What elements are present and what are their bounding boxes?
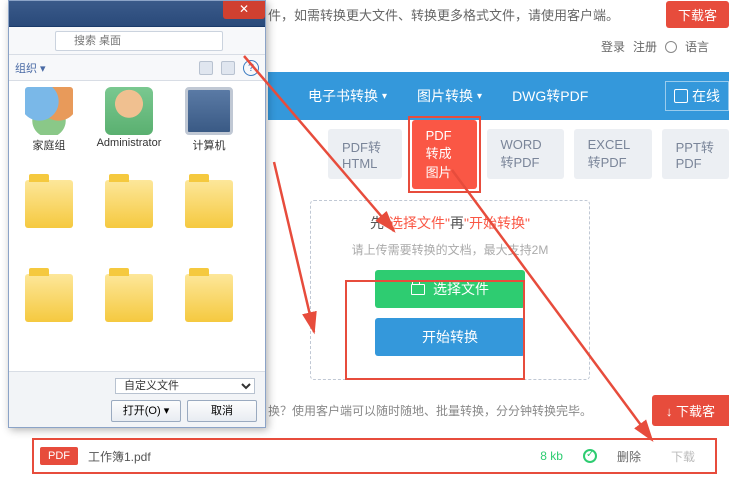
upload-subtitle: 请上传需要转换的文档，最大支持2M — [352, 241, 549, 258]
check-icon — [583, 449, 597, 463]
cancel-button[interactable]: 取消 — [187, 400, 257, 422]
close-button[interactable]: ✕ — [223, 1, 265, 19]
folder-icon — [185, 274, 233, 322]
folder-icon — [185, 180, 233, 228]
file-item[interactable] — [93, 180, 165, 268]
tabs-row: PDF转HTML PDF转成图片 WORD转PDF EXCEL转PDF PPT转… — [268, 132, 729, 176]
register-link[interactable]: 注册 — [633, 38, 657, 55]
nav-ebook[interactable]: 电子书转换▾ — [308, 86, 387, 106]
view-icon-2[interactable] — [221, 61, 235, 75]
folder-icon — [25, 274, 73, 322]
dialog-bottom: 自定义文件 打开(O) ▾ 取消 — [9, 371, 265, 427]
chevron-down-icon: ▾ — [477, 91, 482, 102]
download-client-button-bottom[interactable]: ↓ 下载客 — [652, 395, 729, 426]
nav-image[interactable]: 图片转换▾ — [417, 86, 482, 106]
file-item[interactable] — [173, 274, 245, 362]
organize-link[interactable]: 组织 ▾ — [15, 60, 46, 76]
people-icon — [25, 87, 73, 135]
chevron-down-icon: ▾ — [382, 91, 387, 102]
file-item[interactable]: Administrator — [93, 87, 165, 175]
file-item-label: Administrator — [97, 137, 162, 149]
file-type-badge: PDF — [40, 447, 78, 465]
nav-online[interactable]: 在线 — [665, 81, 729, 111]
view-icon[interactable] — [199, 61, 213, 75]
main-nav: 电子书转换▾ 图片转换▾ DWG转PDF 在线 — [268, 72, 729, 120]
file-item[interactable] — [173, 180, 245, 268]
banner-text: 件，如需转换更大文件、转换更多格式文件，请使用客户端。 — [268, 5, 619, 24]
file-open-dialog: ✕ 组织 ▾ ? 家庭组 Administrator 计算机 自定义文件 打开(O)… — [8, 0, 266, 428]
tab-pdf-html[interactable]: PDF转HTML — [328, 129, 402, 179]
tab-excel-pdf[interactable]: EXCEL转PDF — [574, 129, 652, 179]
doc-icon — [674, 89, 688, 103]
login-bar: 登录 注册 语言 — [601, 38, 709, 55]
file-size: 8 kb — [540, 449, 563, 463]
tab-pdf-image-wrap: PDF转成图片 — [412, 120, 477, 189]
dialog-toolbar2: 组织 ▾ ? — [9, 55, 265, 81]
open-button[interactable]: 打开(O) ▾ — [111, 400, 181, 422]
help-icon[interactable]: ? — [243, 60, 259, 76]
file-item-label: 计算机 — [193, 137, 226, 153]
admin-icon — [105, 87, 153, 135]
dialog-titlebar[interactable]: ✕ — [9, 1, 265, 27]
file-filter-select[interactable]: 自定义文件 — [115, 378, 255, 394]
tab-word-pdf[interactable]: WORD转PDF — [487, 129, 564, 179]
file-item[interactable] — [13, 180, 85, 268]
upload-title: 先"选择文件"再"开始转换" — [370, 213, 530, 233]
file-item[interactable]: 家庭组 — [13, 87, 85, 175]
folder-icon — [105, 274, 153, 322]
computer-icon — [185, 87, 233, 135]
file-item[interactable] — [93, 274, 165, 362]
tab-ppt-pdf[interactable]: PPT转PDF — [662, 129, 729, 179]
annotation-border — [408, 116, 481, 193]
language-link[interactable]: 语言 — [685, 38, 709, 55]
globe-icon — [665, 41, 677, 53]
file-row: PDF 工作簿1.pdf 8 kb 删除 下载 — [34, 440, 715, 472]
folder-icon — [25, 180, 73, 228]
delete-link[interactable]: 删除 — [617, 448, 641, 465]
nav-dwg[interactable]: DWG转PDF — [512, 86, 588, 106]
login-link[interactable]: 登录 — [601, 38, 625, 55]
top-banner: 件，如需转换更大文件、转换更多格式文件，请使用客户端。 下载客 — [268, 0, 729, 28]
bottom-text: 换？使用客户端可以随时随地、批量转换，分分钟转换完毕。 — [268, 402, 592, 419]
download-link[interactable]: 下载 — [671, 448, 695, 465]
annotation-border — [345, 280, 525, 380]
file-name: 工作簿1.pdf — [88, 448, 151, 465]
search-input[interactable] — [55, 31, 223, 51]
file-item[interactable] — [13, 274, 85, 362]
dialog-body[interactable]: 家庭组 Administrator 计算机 — [9, 81, 265, 371]
file-item-label: 家庭组 — [33, 137, 66, 153]
folder-icon — [105, 180, 153, 228]
file-item[interactable]: 计算机 — [173, 87, 245, 175]
download-client-button-top[interactable]: 下载客 — [666, 1, 729, 28]
dialog-toolbar — [9, 27, 265, 55]
search-wrap — [55, 31, 259, 51]
